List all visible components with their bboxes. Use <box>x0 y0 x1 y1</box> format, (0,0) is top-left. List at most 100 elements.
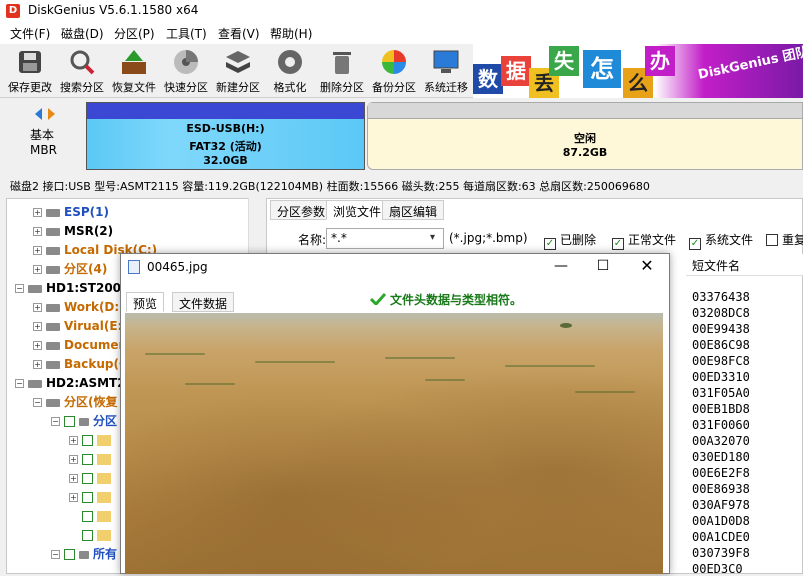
menu-partition[interactable]: 分区(P) <box>114 25 155 42</box>
quick-partition-icon <box>170 47 202 77</box>
quick-partition-button[interactable]: 快速分区 <box>160 46 212 96</box>
tree-folder[interactable]: + <box>69 450 111 469</box>
normal-files-checkbox[interactable]: ✓ 正常文件 <box>612 231 676 250</box>
backup-partition-icon <box>378 47 410 77</box>
prev-disk-icon[interactable] <box>35 108 42 120</box>
system-files-checkbox[interactable]: ✓ 系统文件 <box>689 231 753 250</box>
save-label: 保存更改 <box>8 81 52 94</box>
banner-char: 办 <box>645 46 675 76</box>
tree-item[interactable]: − 分区 <box>51 412 117 431</box>
tab-preview[interactable]: 预览 <box>126 292 165 312</box>
partition-esd-usb[interactable]: ESD-USB(H:) FAT32 (活动) 32.0GB <box>86 102 365 170</box>
list-item[interactable]: 00A1D0D8 <box>692 514 750 528</box>
disk-info-line: 磁盘2 接口:USB 型号:ASMT2115 容量:119.2GB(122104… <box>10 180 650 193</box>
list-item[interactable]: 030ED180 <box>692 450 750 464</box>
delete-partition-button[interactable]: 删除分区 <box>316 46 368 96</box>
tree-disk[interactable]: − HD1:ST2000 <box>15 279 129 298</box>
banner-char: 怎 <box>583 50 621 88</box>
window-title: DiskGenius V5.6.1.1580 x64 <box>28 3 199 17</box>
grass-patch <box>505 365 595 367</box>
list-item[interactable]: 00E6E2F8 <box>692 466 750 480</box>
file-icon <box>128 260 140 274</box>
chevron-down-icon[interactable]: ▾ <box>430 232 435 243</box>
list-item[interactable]: 030AF978 <box>692 498 750 512</box>
app-icon: D <box>6 4 20 18</box>
tree-silhouette <box>560 323 572 328</box>
menu-view[interactable]: 查看(V) <box>218 25 260 42</box>
tab-partition-params[interactable]: 分区参数 <box>270 200 333 220</box>
recover-file-button[interactable]: 恢复文件 <box>108 46 160 96</box>
name-filter-input[interactable]: *.* <box>326 228 444 249</box>
partition-free-space[interactable]: 空闲 87.2GB <box>367 102 803 170</box>
menu-tools[interactable]: 工具(T) <box>166 25 207 42</box>
duplicate-checkbox[interactable]: 重复 <box>766 231 803 248</box>
list-item[interactable]: 031F0060 <box>692 418 750 432</box>
tree-disk[interactable]: − HD2:ASMT2 <box>15 374 126 393</box>
disk-nav <box>33 106 57 122</box>
recover-file-label: 恢复文件 <box>112 81 156 94</box>
list-item[interactable]: 00ED3310 <box>692 370 750 384</box>
tree-folder[interactable]: + <box>69 488 111 507</box>
list-item[interactable]: 00E98FC8 <box>692 354 750 368</box>
tree-item[interactable]: − 分区(恢复 <box>33 393 118 412</box>
tab-sector-edit[interactable]: 扇区编辑 <box>382 200 445 220</box>
promo-banner[interactable]: 数 据 丢 失 怎 么 办 DiskGenius 团队 <box>473 44 803 98</box>
menu-bar: 文件(F) 磁盘(D) 分区(P) 工具(T) 查看(V) 帮助(H) <box>0 22 803 44</box>
tree-item[interactable]: + MSR(2) <box>33 222 113 241</box>
tree-item[interactable]: + Work(D:) <box>33 298 125 317</box>
partition-fs: FAT32 (活动) <box>189 140 262 153</box>
list-item[interactable]: 00A1CDE0 <box>692 530 750 544</box>
menu-help[interactable]: 帮助(H) <box>270 25 312 42</box>
delete-partition-label: 删除分区 <box>320 81 364 94</box>
check-icon: ✓ <box>689 238 701 250</box>
list-item[interactable]: 03376438 <box>692 290 750 304</box>
check-icon: ✓ <box>544 238 556 250</box>
tree-item[interactable]: + Backup(G <box>33 355 129 374</box>
new-partition-button[interactable]: 新建分区 <box>212 46 264 96</box>
tree-item[interactable]: + Virual(E:) <box>33 317 128 336</box>
tree-folder[interactable] <box>69 507 111 526</box>
tab-file-data[interactable]: 文件数据 <box>172 292 235 312</box>
partition-name: ESD-USB(H:) <box>186 122 265 135</box>
list-item[interactable]: 00E86938 <box>692 482 750 496</box>
format-label: 格式化 <box>273 81 307 94</box>
save-icon <box>14 47 46 77</box>
tree-folder[interactable] <box>69 526 111 545</box>
list-item[interactable]: 00EB1BD8 <box>692 402 750 416</box>
list-item[interactable]: 030739F8 <box>692 546 750 560</box>
format-button[interactable]: 格式化 <box>264 46 316 96</box>
close-button[interactable]: ✕ <box>636 256 658 276</box>
tree-item[interactable]: + ESP(1) <box>33 203 109 222</box>
tab-browse-files[interactable]: 浏览文件 <box>326 200 389 220</box>
quick-partition-label: 快速分区 <box>164 81 208 94</box>
tree-item[interactable]: − 所有 <box>51 545 117 564</box>
menu-file[interactable]: 文件(F) <box>10 25 50 42</box>
banner-char: 数 <box>473 64 503 94</box>
menu-disk[interactable]: 磁盘(D) <box>61 25 104 42</box>
tree-folder[interactable]: + <box>69 431 111 450</box>
disk-type: 基本 <box>30 128 55 142</box>
tree-item[interactable]: + Documen <box>33 336 127 355</box>
list-item[interactable]: 031F05A0 <box>692 386 750 400</box>
list-item[interactable]: 00E86C98 <box>692 338 750 352</box>
list-item[interactable]: 00E99438 <box>692 322 750 336</box>
maximize-button[interactable]: ☐ <box>592 256 614 276</box>
column-header-short-name[interactable]: 短文件名 <box>686 254 803 276</box>
tree-item[interactable]: + 分区(4) <box>33 260 107 279</box>
deleted-checkbox[interactable]: ✓ 已删除 <box>544 231 596 250</box>
file-header-status: 文件头数据与类型相符。 <box>370 291 522 308</box>
partition-bar <box>368 103 802 119</box>
partition-size: 32.0GB <box>203 154 248 167</box>
tree-folder[interactable]: + <box>69 469 111 488</box>
grass-patch <box>145 353 205 355</box>
backup-partition-button[interactable]: 备份分区 <box>368 46 420 96</box>
search-partition-button[interactable]: 搜索分区 <box>56 46 108 96</box>
list-item[interactable]: 00A32070 <box>692 434 750 448</box>
grass-patch <box>385 357 455 359</box>
next-disk-icon[interactable] <box>48 108 55 120</box>
minimize-button[interactable]: — <box>550 256 572 276</box>
save-button[interactable]: 保存更改 <box>4 46 56 96</box>
system-migrate-button[interactable]: 系统迁移 <box>420 46 472 96</box>
new-partition-icon <box>222 47 254 77</box>
list-item[interactable]: 03208DC8 <box>692 306 750 320</box>
